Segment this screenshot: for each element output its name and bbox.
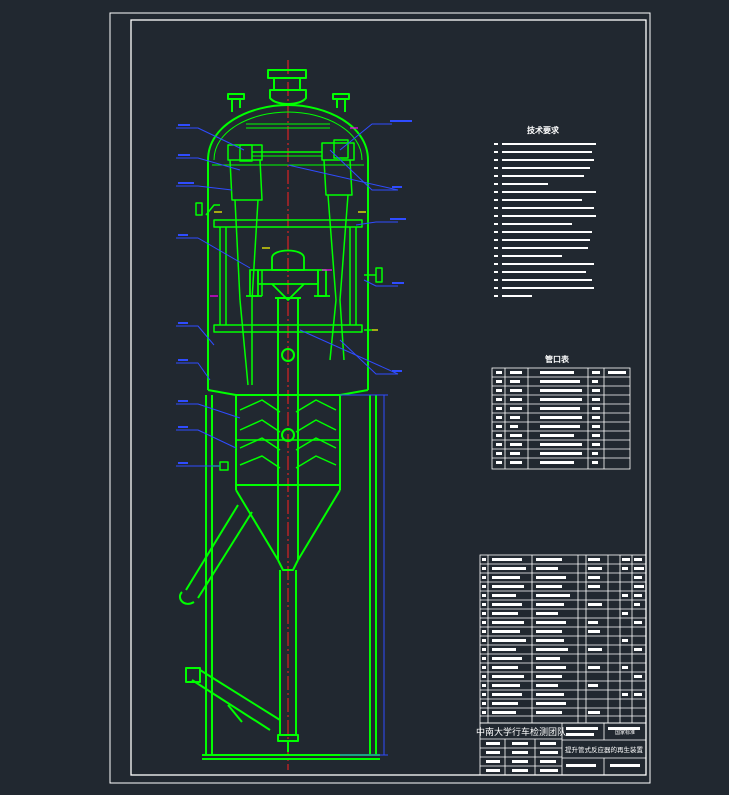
tech-requirements: 技术要求 [494, 125, 596, 297]
nozzle-table-cells [496, 371, 626, 464]
title-stamp: 国家标准 [615, 729, 635, 736]
right-cyclone [321, 139, 355, 361]
vessel-drawing [176, 60, 412, 770]
nozzle-table: 管口表 [491, 354, 631, 470]
nozzle-table-title: 管口表 [545, 354, 570, 364]
cad-drawing: 技术要求 管口表 中南大学行车检测团队 提升管式反应器的再生装置 国家标准 [109, 12, 651, 784]
title-org: 中南大学行车检测团队 [476, 726, 566, 738]
parts-list [479, 554, 647, 724]
tech-requirements-lines [494, 143, 596, 297]
inclined-pipe-lower [185, 667, 281, 731]
accent-marks [210, 127, 378, 331]
inclined-pipe-upper [178, 504, 253, 605]
tech-requirements-title: 技术要求 [527, 125, 560, 135]
title-drawing-name: 提升管式反应器的再生装置 [565, 745, 644, 754]
title-block: 中南大学行车检测团队 提升管式反应器的再生装置 国家标准 [476, 722, 647, 776]
top-nozzle [267, 69, 307, 105]
